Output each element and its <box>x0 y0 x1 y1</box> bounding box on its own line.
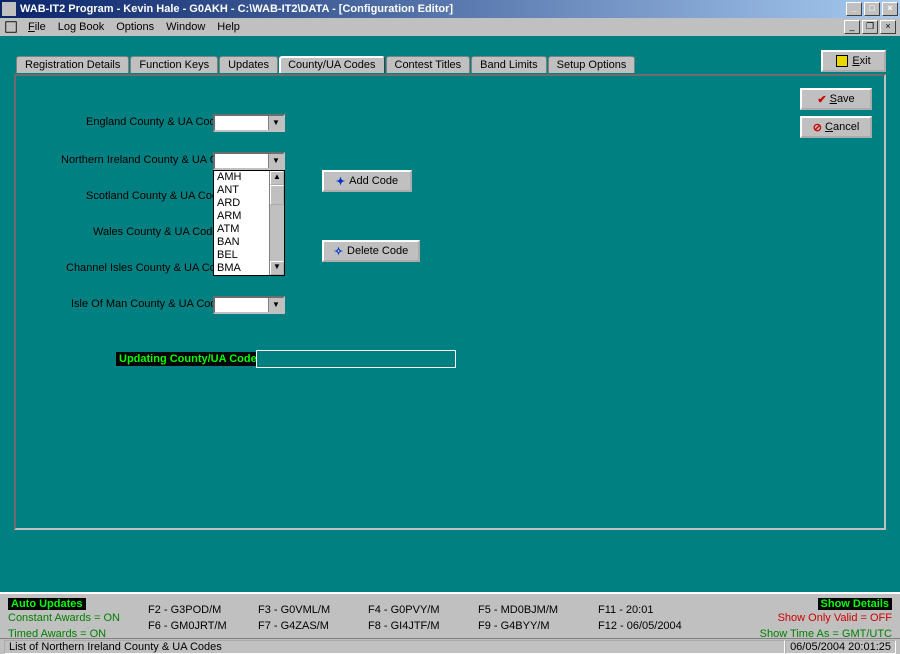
fkey-f4: F4 - G0PVY/M <box>368 602 462 618</box>
status-bar: List of Northern Ireland County & UA Cod… <box>0 638 900 654</box>
save-button[interactable]: ✔ Save <box>800 88 872 110</box>
statusbar-datetime: 06/05/2004 20:01:25 <box>785 640 896 654</box>
tab-updates[interactable]: Updates <box>219 56 278 73</box>
save-cancel-group: ✔ Save ⊘ Cancel <box>800 88 872 138</box>
fkey-f12: F12 - 06/05/2004 <box>598 618 712 634</box>
label-channel: Channel Isles County & UA Codes <box>66 262 234 274</box>
fkey-f11: F11 - 20:01 <box>598 602 712 618</box>
add-code-label: Add Code <box>349 175 398 187</box>
app-icon <box>2 2 16 16</box>
chevron-down-icon[interactable]: ▼ <box>268 154 283 168</box>
fkey-f7: F7 - G4ZAS/M <box>258 618 352 634</box>
delete-code-label: Delete Code <box>347 245 408 257</box>
statusbar-message: List of Northern Ireland County & UA Cod… <box>4 640 785 654</box>
title-bar: WAB-IT2 Program - Kevin Hale - G0AKH - C… <box>0 0 900 18</box>
label-wales: Wales County & UA Codes <box>93 226 224 238</box>
bottom-info-panel: Auto Updates Constant Awards = ON Timed … <box>0 592 900 638</box>
label-scotland: Scotland County & UA Codes <box>86 190 230 202</box>
window-title: WAB-IT2 Program - Kevin Hale - G0AKH - C… <box>20 3 453 15</box>
menu-logbook[interactable]: Log Book <box>52 19 110 35</box>
dropdown-scrollbar[interactable]: ▲ ▼ <box>269 171 284 275</box>
tab-band-limits[interactable]: Band Limits <box>471 56 546 73</box>
combo-iom[interactable]: ▼ <box>213 296 285 314</box>
show-only-valid-status: Show Only Valid = OFF <box>728 610 892 626</box>
mdi-restore-button[interactable]: ❐ <box>862 20 878 34</box>
tab-setup-options[interactable]: Setup Options <box>548 56 636 73</box>
show-details-header: Show Details <box>818 598 892 610</box>
status-updating-label: Updating County/UA Codes <box>116 352 266 366</box>
tab-registration[interactable]: Registration Details <box>16 56 129 73</box>
exit-button[interactable]: Exit <box>821 50 886 72</box>
menu-help[interactable]: Help <box>211 19 246 35</box>
menu-options[interactable]: Options <box>110 19 160 35</box>
scroll-up-icon[interactable]: ▲ <box>270 171 284 185</box>
close-button[interactable]: × <box>882 2 898 16</box>
menu-window[interactable]: Window <box>160 19 211 35</box>
tab-contest-titles[interactable]: Contest Titles <box>386 56 471 73</box>
tab-function-keys[interactable]: Function Keys <box>130 56 218 73</box>
combo-england[interactable]: ▼ <box>213 114 285 132</box>
check-icon: ✔ <box>817 93 826 106</box>
config-panel: England County & UA Codes Northern Irela… <box>14 74 886 530</box>
menu-file[interactable]: File <box>22 19 52 35</box>
dropdown-ni-list[interactable]: AMH ANT ARD ARM ATM BAN BEL BMA ▲ ▼ <box>213 170 285 276</box>
delete-icon: ✧ <box>334 245 343 258</box>
scroll-thumb[interactable] <box>270 185 284 205</box>
cancel-button[interactable]: ⊘ Cancel <box>800 116 872 138</box>
scroll-down-icon[interactable]: ▼ <box>270 261 284 275</box>
add-icon: ✦ <box>336 175 345 188</box>
auto-updates-header: Auto Updates <box>8 598 86 610</box>
fkey-f3: F3 - G0VML/M <box>258 602 352 618</box>
mdi-child-icon <box>4 20 18 34</box>
fkey-f8: F8 - GI4JTF/M <box>368 618 462 634</box>
chevron-down-icon[interactable]: ▼ <box>268 116 283 130</box>
delete-code-button[interactable]: ✧ Delete Code <box>322 240 420 262</box>
menu-bar: File Log Book Options Window Help _ ❐ × <box>0 18 900 36</box>
constant-awards-status: Constant Awards = ON <box>8 610 132 626</box>
fkey-f6: F6 - GM0JRT/M <box>148 618 242 634</box>
door-icon <box>836 55 848 67</box>
mdi-close-button[interactable]: × <box>880 20 896 34</box>
combo-ni[interactable]: ▼ <box>213 152 285 170</box>
fkey-f9: F9 - G4BYY/M <box>478 618 582 634</box>
label-england: England County & UA Codes <box>86 116 227 128</box>
minimize-button[interactable]: _ <box>846 2 862 16</box>
maximize-button[interactable]: □ <box>864 2 880 16</box>
label-iom: Isle Of Man County & UA Codes <box>71 298 228 310</box>
add-code-button[interactable]: ✦ Add Code <box>322 170 412 192</box>
fkey-f5: F5 - MD0BJM/M <box>478 602 582 618</box>
tab-strip: Registration Details Function Keys Updat… <box>16 56 636 73</box>
status-input[interactable] <box>256 350 456 368</box>
no-entry-icon: ⊘ <box>813 121 822 134</box>
chevron-down-icon[interactable]: ▼ <box>268 298 283 312</box>
exit-label: xit <box>860 55 871 67</box>
fkey-f2: F2 - G3POD/M <box>148 602 242 618</box>
tab-county-ua-codes[interactable]: County/UA Codes <box>279 56 384 73</box>
mdi-minimize-button[interactable]: _ <box>844 20 860 34</box>
